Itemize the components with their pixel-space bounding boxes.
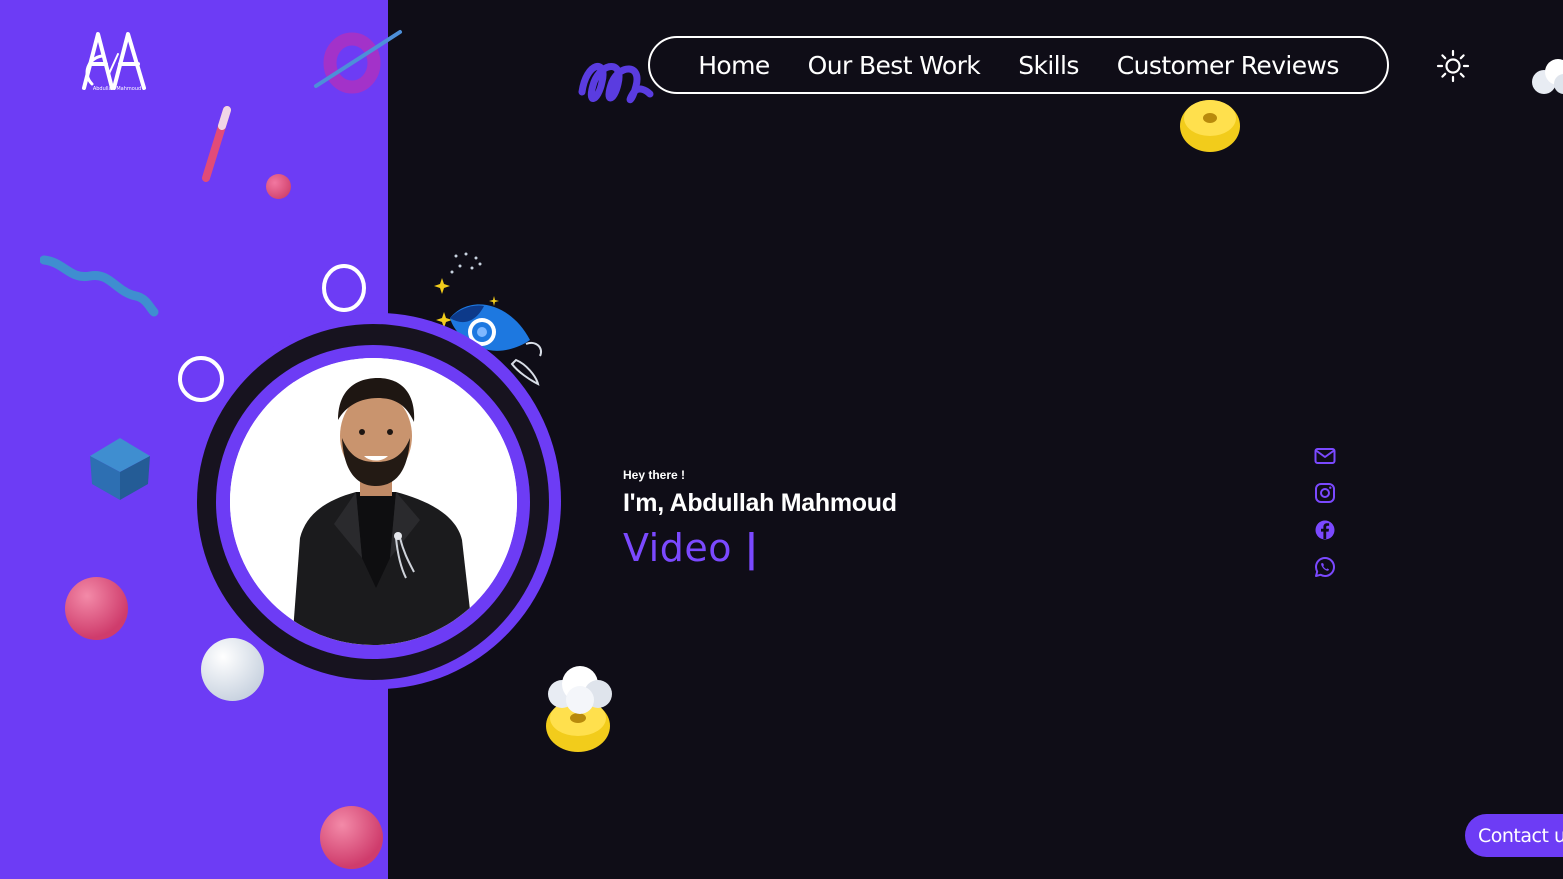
hero-name: I'm, Abdullah Mahmoud: [623, 489, 897, 517]
pink-ball-decoration: [320, 806, 383, 869]
typing-caret: |: [744, 526, 759, 570]
wave-ribbon-decoration-icon: [40, 255, 159, 317]
main-navigation: Home Our Best Work Skills Customer Revie…: [648, 36, 1389, 94]
cube-decoration-icon: [90, 438, 150, 500]
hero-typed-role: Video |: [623, 526, 759, 570]
logo-caption: Abdullah Mahmoud: [92, 86, 142, 92]
page: Abdullah Mahmoud Home Our Best Work Skil…: [0, 0, 1563, 879]
squiggle-decoration-icon: [578, 63, 654, 104]
person-portrait-icon: [230, 358, 517, 645]
nav-home[interactable]: Home: [698, 51, 770, 80]
cloud-decoration-icon: [1532, 59, 1563, 94]
test-tube-decoration-icon: [202, 106, 231, 182]
ring-decoration-icon: [322, 264, 366, 312]
typed-role-text: Video: [623, 526, 745, 570]
yellow-donut-decoration-icon: [1180, 100, 1240, 152]
nav-customer-reviews[interactable]: Customer Reviews: [1117, 51, 1340, 80]
pink-ball-decoration: [65, 577, 128, 640]
ring-decoration-icon: [178, 356, 224, 402]
sun-icon[interactable]: [1436, 49, 1470, 83]
whatsapp-icon[interactable]: [1313, 555, 1337, 579]
nav-skills[interactable]: Skills: [1018, 51, 1079, 80]
white-ball-decoration: [201, 638, 264, 701]
facebook-icon[interactable]: [1313, 518, 1337, 542]
nav-our-best-work[interactable]: Our Best Work: [808, 51, 981, 80]
instagram-icon[interactable]: [1313, 481, 1337, 505]
mail-icon[interactable]: [1313, 444, 1337, 468]
torus-decoration-icon: [314, 30, 402, 94]
social-links: [1313, 444, 1337, 592]
avatar: [230, 358, 517, 645]
contact-us-button[interactable]: Contact us: [1465, 814, 1563, 857]
small-pink-ball-decoration: [266, 174, 291, 199]
hero-greeting: Hey there !: [623, 468, 686, 482]
cloud-donut-decoration-icon: [546, 666, 612, 752]
